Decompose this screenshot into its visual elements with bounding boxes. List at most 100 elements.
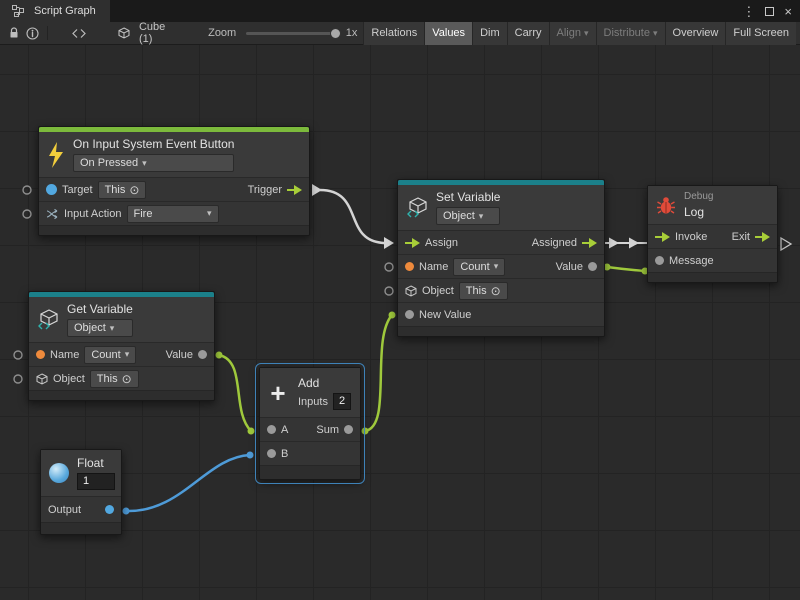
a-label: A <box>281 424 288 436</box>
inputs-count-field[interactable]: 2 <box>333 393 351 410</box>
lock-icon[interactable] <box>4 24 23 42</box>
node-title: Float <box>77 456 115 470</box>
node-float[interactable]: Float 1 Output <box>40 449 122 535</box>
gameobject-cube-icon <box>36 373 48 385</box>
distribute-button[interactable]: Distribute▾ <box>596 22 665 45</box>
graph-context[interactable]: Cube (1) <box>115 21 180 45</box>
target-icon: ⊙ <box>491 285 501 297</box>
value-input-port-icon[interactable] <box>267 449 276 458</box>
plus-icon: + <box>266 382 290 404</box>
inputs-label: Inputs <box>298 396 328 408</box>
value-input-port-icon[interactable] <box>267 425 276 434</box>
port-row-target: Target This ⊙ Trigger <box>39 177 309 201</box>
node-header: Set Variable Object ▾ <box>398 185 604 230</box>
value-input-port-icon[interactable] <box>405 310 414 319</box>
node-on-input-system-event-button[interactable]: On Input System Event Button On Pressed … <box>38 126 310 236</box>
node-category: Debug <box>684 191 713 202</box>
port-row-name: Name Count ▾ Value <box>29 342 214 366</box>
node-add[interactable]: + Add Inputs 2 A Sum B <box>259 367 361 480</box>
string-port-icon[interactable] <box>36 350 45 359</box>
toolbar-buttons: Relations Values Dim Carry Align▾ Distri… <box>363 22 796 45</box>
event-mode-dropdown[interactable]: On Pressed ▾ <box>73 154 234 172</box>
port-row-input-action: Input Action Fire ▾ <box>39 201 309 225</box>
target-this-button[interactable]: This ⊙ <box>98 181 147 199</box>
fullscreen-button[interactable]: Full Screen <box>725 22 796 45</box>
object-label: Object <box>53 373 85 385</box>
window-controls: ⋮ × <box>742 0 800 22</box>
zoom-slider-handle[interactable] <box>330 28 341 39</box>
name-label: Name <box>419 261 448 273</box>
node-set-variable[interactable]: Set Variable Object ▾ Assign Assigned Na… <box>397 179 605 337</box>
target-icon: ⊙ <box>129 184 139 196</box>
string-port-icon[interactable] <box>405 262 414 271</box>
flow-output-port-icon[interactable] <box>287 185 302 195</box>
object-this-button[interactable]: This ⊙ <box>459 282 508 300</box>
chevron-down-icon: ▾ <box>584 29 589 38</box>
input-action-icon <box>46 208 59 220</box>
get-variable-scope-dropdown[interactable]: Object ▾ <box>67 319 133 337</box>
name-label: Name <box>50 349 79 361</box>
zoom-label: Zoom <box>208 27 236 39</box>
carry-button[interactable]: Carry <box>507 22 549 45</box>
port-row-object: Object This ⊙ <box>29 366 214 390</box>
value-input-port-icon[interactable] <box>655 256 664 265</box>
node-get-variable[interactable]: Get Variable Object ▾ Name Count ▾ Value <box>28 291 215 401</box>
variable-cube-icon <box>406 197 428 219</box>
float-value-field[interactable]: 1 <box>77 473 115 490</box>
value-output-port-icon[interactable] <box>344 425 353 434</box>
gameobject-cube-icon <box>405 285 417 297</box>
value-output-port-icon[interactable] <box>198 350 207 359</box>
value-output-port-icon[interactable] <box>588 262 597 271</box>
relations-button[interactable]: Relations <box>363 22 424 45</box>
close-icon[interactable]: × <box>784 5 792 18</box>
chevron-down-icon: ▾ <box>207 209 212 218</box>
maximize-icon[interactable] <box>765 7 774 16</box>
assign-label: Assign <box>425 237 458 249</box>
node-header: Float 1 <box>41 450 121 496</box>
info-icon[interactable] <box>23 24 42 42</box>
chevron-down-icon: ▾ <box>110 324 115 333</box>
flow-input-port-icon[interactable] <box>405 238 420 248</box>
node-title: Set Variable <box>436 190 500 204</box>
align-button[interactable]: Align▾ <box>549 22 596 45</box>
object-this-button[interactable]: This ⊙ <box>90 370 139 388</box>
sum-label: Sum <box>316 424 339 436</box>
lightning-icon <box>47 142 65 168</box>
graph-icon <box>8 2 28 20</box>
chevron-down-icon: ▾ <box>494 262 499 271</box>
exit-label: Exit <box>732 231 750 243</box>
unity-script-graph-window: Script Graph ⋮ × <box>0 0 800 600</box>
port-row-message: Message <box>648 248 777 272</box>
node-footer <box>41 522 121 534</box>
invoke-label: Invoke <box>675 231 707 243</box>
assigned-label: Assigned <box>532 237 577 249</box>
node-title: Get Variable <box>67 302 133 316</box>
values-button[interactable]: Values <box>424 22 472 45</box>
b-label: B <box>281 448 288 460</box>
flow-output-port-icon[interactable] <box>582 238 597 248</box>
cube-icon <box>115 24 134 42</box>
graph-canvas[interactable]: On Input System Event Button On Pressed … <box>0 45 800 600</box>
bug-icon <box>656 195 676 215</box>
overview-button[interactable]: Overview <box>665 22 726 45</box>
chevrons-icon[interactable] <box>70 24 89 42</box>
dim-button[interactable]: Dim <box>472 22 507 45</box>
set-variable-name-dropdown[interactable]: Count ▾ <box>453 258 505 276</box>
value-label: Value <box>556 261 583 273</box>
more-menu-icon[interactable]: ⋮ <box>742 5 755 18</box>
zoom-slider[interactable] <box>246 32 338 35</box>
flow-output-port-icon[interactable] <box>755 232 770 242</box>
node-footer <box>29 390 214 400</box>
node-footer <box>39 225 309 235</box>
input-action-dropdown[interactable]: Fire ▾ <box>127 205 219 223</box>
target-icon: ⊙ <box>122 373 132 385</box>
tab-title: Script Graph <box>34 5 96 17</box>
node-debug-log[interactable]: Debug Log Invoke Exit Message <box>647 185 778 283</box>
float-output-port-icon[interactable] <box>105 505 114 514</box>
get-variable-name-dropdown[interactable]: Count ▾ <box>84 346 136 364</box>
flow-input-port-icon[interactable] <box>655 232 670 242</box>
tab-script-graph[interactable]: Script Graph <box>0 0 110 22</box>
node-footer <box>260 465 360 479</box>
node-footer <box>398 326 604 336</box>
set-variable-scope-dropdown[interactable]: Object ▾ <box>436 207 500 225</box>
